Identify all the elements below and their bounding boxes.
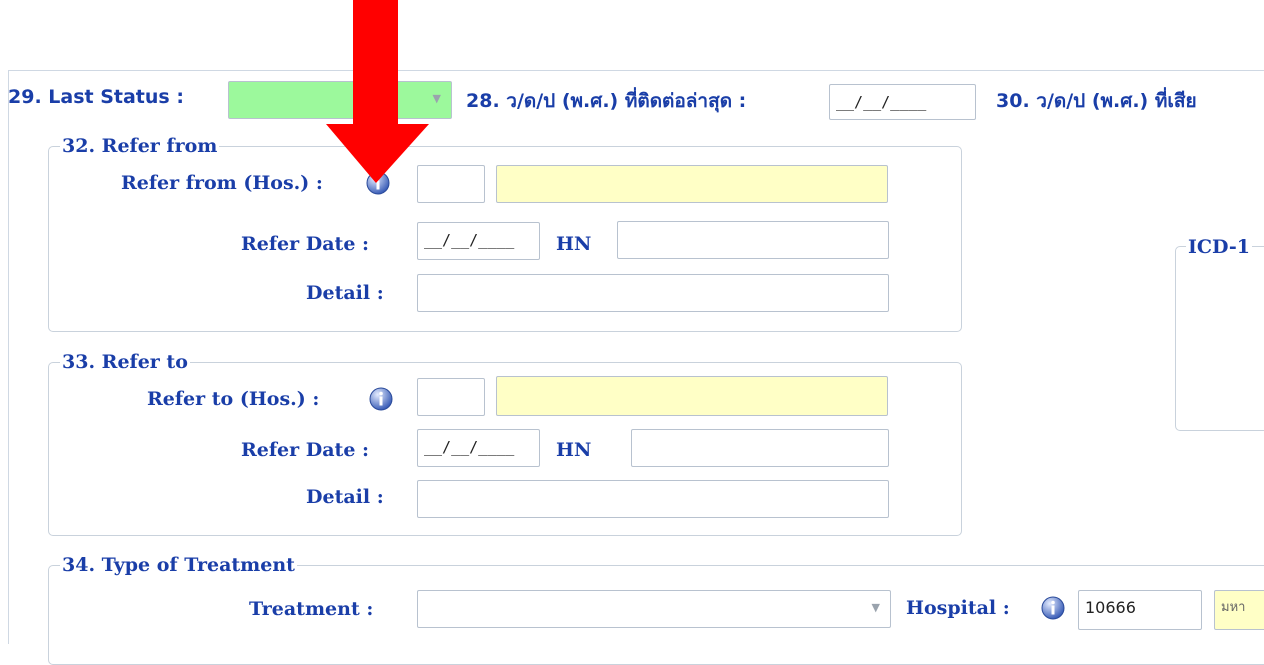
- refer-from-date-label: Refer Date :: [241, 233, 370, 255]
- refer-from-detail-label: Detail :: [306, 282, 384, 304]
- last-status-label: 29. Last Status :: [8, 86, 184, 108]
- refer-to-hos-name[interactable]: [496, 376, 888, 416]
- icd-legend: ICD-1: [1186, 236, 1252, 258]
- refer-to-hos-label: Refer to (Hos.) :: [147, 388, 320, 410]
- dropdown-arrow-icon: ▼: [871, 601, 880, 614]
- refer-from-legend: 32. Refer from: [60, 135, 220, 157]
- refer-to-hn-input[interactable]: [631, 429, 889, 467]
- refer-from-hn-label: HN: [556, 233, 592, 255]
- refer-from-hos-label: Refer from (Hos.) :: [121, 172, 323, 194]
- icd-group: [1175, 246, 1264, 431]
- death-date-label: 30. ว/ด/ป (พ.ศ.) ที่เสีย: [996, 90, 1197, 112]
- refer-to-detail-label: Detail :: [306, 486, 384, 508]
- info-icon[interactable]: [369, 387, 393, 411]
- contact-date-input[interactable]: __/__/____: [829, 84, 976, 120]
- refer-to-hn-label: HN: [556, 439, 592, 461]
- hospital-code-input[interactable]: 10666: [1078, 590, 1202, 630]
- hospital-name-input[interactable]: มหา: [1214, 590, 1264, 630]
- refer-to-detail-input[interactable]: [417, 480, 889, 518]
- red-arrow-icon: [326, 0, 429, 183]
- refer-to-legend: 33. Refer to: [60, 351, 190, 373]
- dropdown-arrow-icon: ▼: [432, 92, 441, 105]
- refer-from-date-input[interactable]: __/__/____: [417, 222, 540, 260]
- hospital-label: Hospital :: [906, 597, 1010, 619]
- info-icon[interactable]: [1041, 596, 1065, 620]
- refer-from-hn-input[interactable]: [617, 221, 889, 259]
- treatment-label: Treatment :: [249, 598, 374, 620]
- refer-from-hos-name[interactable]: [496, 165, 888, 203]
- refer-to-date-input[interactable]: __/__/____: [417, 429, 540, 467]
- refer-from-detail-input[interactable]: [417, 274, 889, 312]
- contact-date-label: 28. ว/ด/ป (พ.ศ.) ที่ติดต่อล่าสุด :: [466, 90, 747, 112]
- refer-to-hos-code[interactable]: [417, 378, 485, 416]
- treatment-legend: 34. Type of Treatment: [60, 554, 297, 576]
- treatment-select[interactable]: ▼: [417, 590, 891, 628]
- refer-to-date-label: Refer Date :: [241, 439, 370, 461]
